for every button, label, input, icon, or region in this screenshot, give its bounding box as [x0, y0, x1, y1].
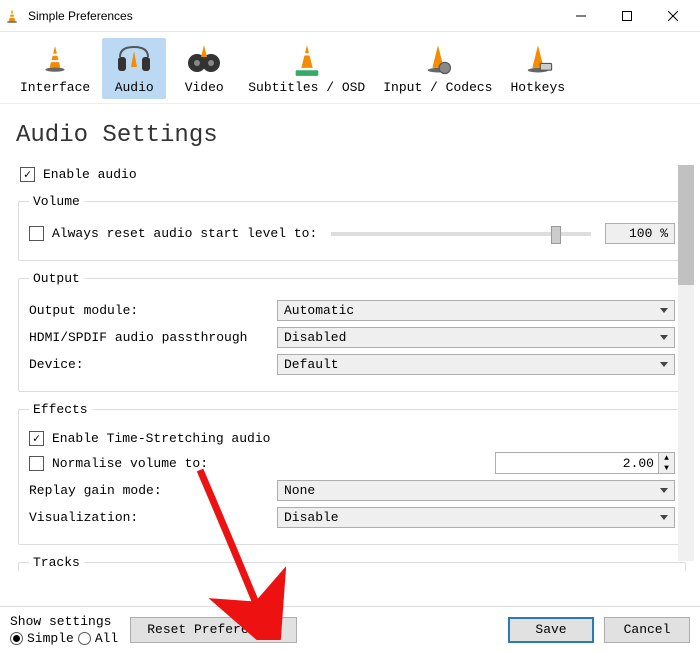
replay-gain-select[interactable]: None: [277, 480, 675, 501]
chevron-down-icon: [660, 362, 668, 367]
show-settings-group: Show settings Simple All: [10, 614, 118, 646]
checkbox-icon: [29, 226, 44, 241]
timestretch-checkbox[interactable]: Enable Time-Stretching audio: [29, 431, 270, 446]
start-level-value: 100 %: [605, 223, 675, 244]
passthrough-label: HDMI/SPDIF audio passthrough: [29, 330, 271, 345]
scrollbar-thumb[interactable]: [678, 165, 694, 285]
tracks-group: Tracks Preferred audio language:: [18, 555, 686, 571]
tab-video[interactable]: Video: [172, 38, 236, 99]
output-module-select[interactable]: Automatic: [277, 300, 675, 321]
footer-bar: Show settings Simple All Reset Preferenc…: [0, 606, 700, 652]
cancel-button[interactable]: Cancel: [604, 617, 690, 643]
output-module-label: Output module:: [29, 303, 271, 318]
radio-icon: [10, 632, 23, 645]
page-title: Audio Settings: [0, 103, 700, 155]
tab-interface[interactable]: Interface: [14, 38, 96, 99]
maximize-button[interactable]: [604, 1, 650, 31]
select-value: Automatic: [284, 303, 354, 318]
window-controls: [558, 1, 696, 31]
settings-panel: Enable audio Volume Always reset audio s…: [8, 155, 696, 571]
minimize-button[interactable]: [558, 1, 604, 31]
effects-group: Effects Enable Time-Stretching audio Nor…: [18, 402, 686, 545]
hotkeys-icon: [516, 42, 560, 78]
button-label: Save: [535, 622, 566, 637]
tab-hotkeys[interactable]: Hotkeys: [504, 38, 571, 99]
tab-label: Input / Codecs: [383, 80, 492, 95]
close-button[interactable]: [650, 1, 696, 31]
tab-codecs[interactable]: Input / Codecs: [377, 38, 498, 99]
titlebar: Simple Preferences: [0, 0, 700, 32]
save-button[interactable]: Save: [508, 617, 594, 643]
start-level-slider[interactable]: [331, 232, 591, 236]
slider-thumb[interactable]: [551, 226, 561, 244]
radio-simple[interactable]: Simple: [10, 631, 74, 646]
normalise-label: Normalise volume to:: [52, 456, 208, 471]
enable-audio-label: Enable audio: [43, 167, 137, 182]
tab-label: Audio: [115, 80, 154, 95]
normalise-value-stepper[interactable]: 2.00 ▲▼: [495, 452, 675, 474]
device-label: Device:: [29, 357, 271, 372]
interface-icon: [33, 42, 77, 78]
select-value: None: [284, 483, 315, 498]
device-select[interactable]: Default: [277, 354, 675, 375]
reset-level-label: Always reset audio start level to:: [52, 226, 317, 241]
window-title: Simple Preferences: [28, 9, 558, 23]
step-down-icon[interactable]: ▼: [659, 463, 674, 473]
replay-gain-label: Replay gain mode:: [29, 483, 271, 498]
radio-simple-label: Simple: [27, 631, 74, 646]
tab-label: Subtitles / OSD: [248, 80, 365, 95]
checkbox-icon: [29, 431, 44, 446]
volume-group: Volume Always reset audio start level to…: [18, 194, 686, 261]
button-label: Cancel: [624, 622, 671, 637]
checkbox-icon: [20, 167, 35, 182]
output-group: Output Output module: Automatic HDMI/SPD…: [18, 271, 686, 392]
enable-audio-checkbox[interactable]: Enable audio: [20, 167, 137, 182]
stepper-value: 2.00: [496, 456, 658, 471]
select-value: Disabled: [284, 330, 346, 345]
volume-legend: Volume: [29, 194, 84, 209]
reset-preferences-button[interactable]: Reset Preferences: [130, 617, 297, 643]
effects-legend: Effects: [29, 402, 92, 417]
tab-label: Hotkeys: [510, 80, 565, 95]
visualization-label: Visualization:: [29, 510, 271, 525]
radio-icon: [78, 632, 91, 645]
show-settings-label: Show settings: [10, 614, 118, 629]
normalise-checkbox[interactable]: Normalise volume to:: [29, 456, 271, 471]
tracks-legend: Tracks: [29, 555, 84, 570]
vertical-scrollbar[interactable]: [678, 165, 694, 561]
tab-label: Interface: [20, 80, 90, 95]
chevron-down-icon: [660, 515, 668, 520]
select-value: Default: [284, 357, 339, 372]
subtitles-icon: [285, 42, 329, 78]
visualization-select[interactable]: Disable: [277, 507, 675, 528]
tab-audio[interactable]: Audio: [102, 38, 166, 99]
audio-icon: [112, 42, 156, 78]
timestretch-label: Enable Time-Stretching audio: [52, 431, 270, 446]
video-icon: [182, 42, 226, 78]
reset-level-checkbox[interactable]: Always reset audio start level to:: [29, 226, 317, 241]
tab-label: Video: [185, 80, 224, 95]
codecs-icon: [416, 42, 460, 78]
tab-subtitles[interactable]: Subtitles / OSD: [242, 38, 371, 99]
radio-all-label: All: [95, 631, 118, 646]
vlc-cone-icon: [4, 8, 20, 24]
chevron-down-icon: [660, 308, 668, 313]
chevron-down-icon: [660, 488, 668, 493]
category-tabs: Interface Audio Video Subtitles / OSD In…: [0, 32, 700, 99]
checkbox-icon: [29, 456, 44, 471]
passthrough-select[interactable]: Disabled: [277, 327, 675, 348]
select-value: Disable: [284, 510, 339, 525]
radio-all[interactable]: All: [78, 631, 118, 646]
button-label: Reset Preferences: [147, 622, 280, 637]
chevron-down-icon: [660, 335, 668, 340]
step-up-icon[interactable]: ▲: [659, 453, 674, 463]
output-legend: Output: [29, 271, 84, 286]
